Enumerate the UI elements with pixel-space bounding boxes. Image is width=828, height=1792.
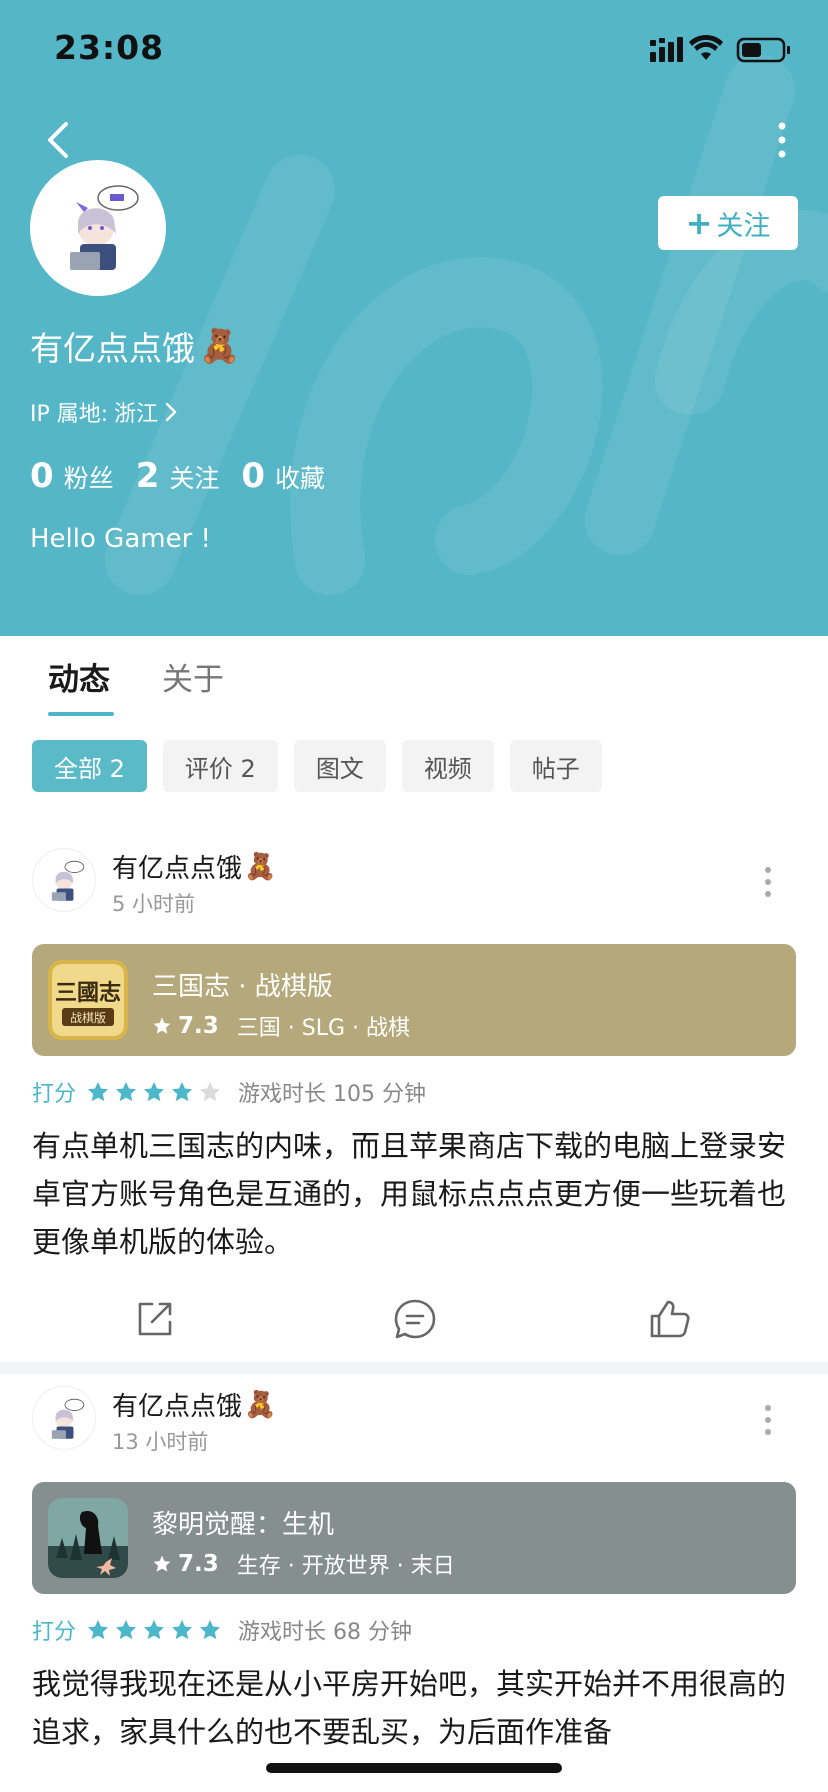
tab-about[interactable]: 关于 xyxy=(162,654,224,699)
feed-post: 有亿点点饿 🧸 5 小时前 三國志 战棋版 三国志 · 战棋版 7.3 三国 ·… xyxy=(0,836,828,1360)
back-button[interactable] xyxy=(38,116,78,164)
avatar-illustration xyxy=(70,185,139,270)
comment-icon[interactable] xyxy=(392,1296,438,1342)
rating-label: 打分 xyxy=(32,1620,77,1645)
home-indicator xyxy=(266,1763,562,1773)
stat-fans[interactable]: 0 粉丝 xyxy=(30,456,114,496)
avatar-illustration xyxy=(51,1398,85,1439)
rating-row: 打分 游戏时长 105 分钟 xyxy=(32,1076,426,1108)
avatar-illustration xyxy=(51,860,85,901)
star-filled-icon xyxy=(88,1620,109,1640)
author-text: 有亿点点饿 xyxy=(112,854,243,884)
rating-label: 打分 xyxy=(32,1082,77,1107)
filter-reviews[interactable]: 评价 2 xyxy=(162,740,278,792)
star-filled-icon xyxy=(144,1620,165,1640)
username-text: 有亿点点饿 xyxy=(30,329,195,368)
game-meta: 7.3 生存 · 开放世界 · 末日 xyxy=(152,1548,455,1580)
star-filled-icon xyxy=(88,1082,109,1102)
post-author-name[interactable]: 有亿点点饿 🧸 xyxy=(112,1386,276,1423)
post-author-avatar[interactable] xyxy=(32,1386,96,1450)
avatar[interactable] xyxy=(30,160,166,296)
filter-image-text[interactable]: 图文 xyxy=(293,740,386,792)
more-options-button[interactable] xyxy=(772,120,792,160)
game-tags: 三国 · SLG · 战棋 xyxy=(236,1016,410,1041)
wifi-icon xyxy=(689,34,723,60)
game-title: 三国志 · 战棋版 xyxy=(152,972,333,1002)
stat-label: 关注 xyxy=(169,464,220,493)
game-score: 7.3 xyxy=(178,1013,219,1039)
stat-count: 2 xyxy=(135,456,160,496)
review-text: 有点单机三国志的内味，而且苹果商店下载的电脑上登录安卓官方账号角色是互通的，用鼠… xyxy=(32,1129,787,1259)
star-filled-icon xyxy=(172,1620,193,1640)
plus-icon: + xyxy=(685,204,713,242)
game-card[interactable]: 三國志 战棋版 三国志 · 战棋版 7.3 三国 · SLG · 战棋 xyxy=(32,944,796,1056)
profile-tabs: 动态 关于 xyxy=(0,636,828,724)
teddy-bear-emoji: 🧸 xyxy=(244,851,277,882)
stat-following[interactable]: 2 关注 xyxy=(136,456,220,496)
star-filled-icon xyxy=(116,1620,137,1640)
post-author-name[interactable]: 有亿点点饿 🧸 xyxy=(112,848,276,885)
post-actions xyxy=(0,1288,828,1348)
like-icon[interactable] xyxy=(646,1296,692,1342)
star-empty-icon xyxy=(200,1082,221,1102)
stat-label: 收藏 xyxy=(275,464,326,493)
star-icon xyxy=(153,1555,171,1572)
stat-count: 0 xyxy=(241,456,266,496)
filter-video[interactable]: 视频 xyxy=(401,740,494,792)
stat-label: 粉丝 xyxy=(63,464,114,493)
share-icon[interactable] xyxy=(132,1296,178,1342)
stat-favorites[interactable]: 0 收藏 xyxy=(241,456,325,496)
post-time: 13 小时前 xyxy=(112,1430,209,1454)
game-icon-subtitle: 战棋版 xyxy=(70,1011,106,1025)
status-icons xyxy=(650,34,790,63)
game-icon: 三國志 战棋版 xyxy=(48,960,128,1040)
filter-posts[interactable]: 帖子 xyxy=(509,740,602,792)
cellular-signal-icon xyxy=(650,37,683,62)
teddy-bear-emoji: 🧸 xyxy=(199,326,241,365)
game-score: 7.3 xyxy=(178,1551,219,1577)
star-rating xyxy=(86,1618,222,1642)
game-icon xyxy=(48,1498,128,1578)
star-icon xyxy=(153,1017,171,1034)
follow-label: 关注 xyxy=(716,210,771,242)
filter-chips: 全部 2 评价 2 图文 视频 帖子 xyxy=(32,740,602,792)
battery-icon xyxy=(736,37,790,63)
star-filled-icon xyxy=(116,1082,137,1102)
game-meta: 7.3 三国 · SLG · 战棋 xyxy=(152,1010,410,1042)
post-divider xyxy=(0,1362,828,1374)
game-tags: 生存 · 开放世界 · 末日 xyxy=(236,1554,455,1579)
star-filled-icon xyxy=(172,1082,193,1102)
playtime: 游戏时长 105 分钟 xyxy=(238,1082,426,1107)
profile-header: 23:08 + 关注 有亿点点饿 🧸 IP 属地: 浙江 0 粉丝 2 关注 0… xyxy=(0,0,828,636)
ip-label: IP 属地: xyxy=(30,402,109,427)
game-title: 黎明觉醒：生机 xyxy=(152,1510,335,1540)
tab-activity[interactable]: 动态 xyxy=(48,654,110,699)
profile-username: 有亿点点饿 🧸 xyxy=(30,322,240,370)
star-rating xyxy=(86,1080,222,1104)
chevron-right-icon xyxy=(165,402,177,422)
star-filled-icon xyxy=(144,1082,165,1102)
star-filled-icon xyxy=(200,1620,221,1640)
post-more-icon[interactable] xyxy=(762,866,774,898)
profile-stats: 0 粉丝 2 关注 0 收藏 xyxy=(30,456,347,496)
feed-post: 有亿点点饿 🧸 13 小时前 黎明觉醒：生机 7.3 生存 · 开放世界 · 末… xyxy=(0,1374,828,1792)
ip-location: 浙江 xyxy=(114,402,159,427)
post-author-avatar[interactable] xyxy=(32,848,96,912)
active-tab-indicator xyxy=(48,712,114,716)
rating-row: 打分 游戏时长 68 分钟 xyxy=(32,1614,412,1646)
teddy-bear-emoji: 🧸 xyxy=(244,1389,277,1420)
post-more-icon[interactable] xyxy=(762,1404,774,1436)
profile-bio: Hello Gamer ! xyxy=(30,524,211,554)
filter-all[interactable]: 全部 2 xyxy=(32,740,147,792)
follow-button[interactable]: + 关注 xyxy=(658,196,798,250)
author-text: 有亿点点饿 xyxy=(112,1392,243,1422)
status-time: 23:08 xyxy=(54,28,165,67)
ip-location-row[interactable]: IP 属地: 浙江 xyxy=(30,396,178,428)
post-time: 5 小时前 xyxy=(112,892,196,916)
playtime: 游戏时长 68 分钟 xyxy=(238,1620,412,1645)
game-card[interactable]: 黎明觉醒：生机 7.3 生存 · 开放世界 · 末日 xyxy=(32,1482,796,1594)
game-icon-title: 三國志 xyxy=(55,980,121,1006)
stat-count: 0 xyxy=(30,456,54,496)
